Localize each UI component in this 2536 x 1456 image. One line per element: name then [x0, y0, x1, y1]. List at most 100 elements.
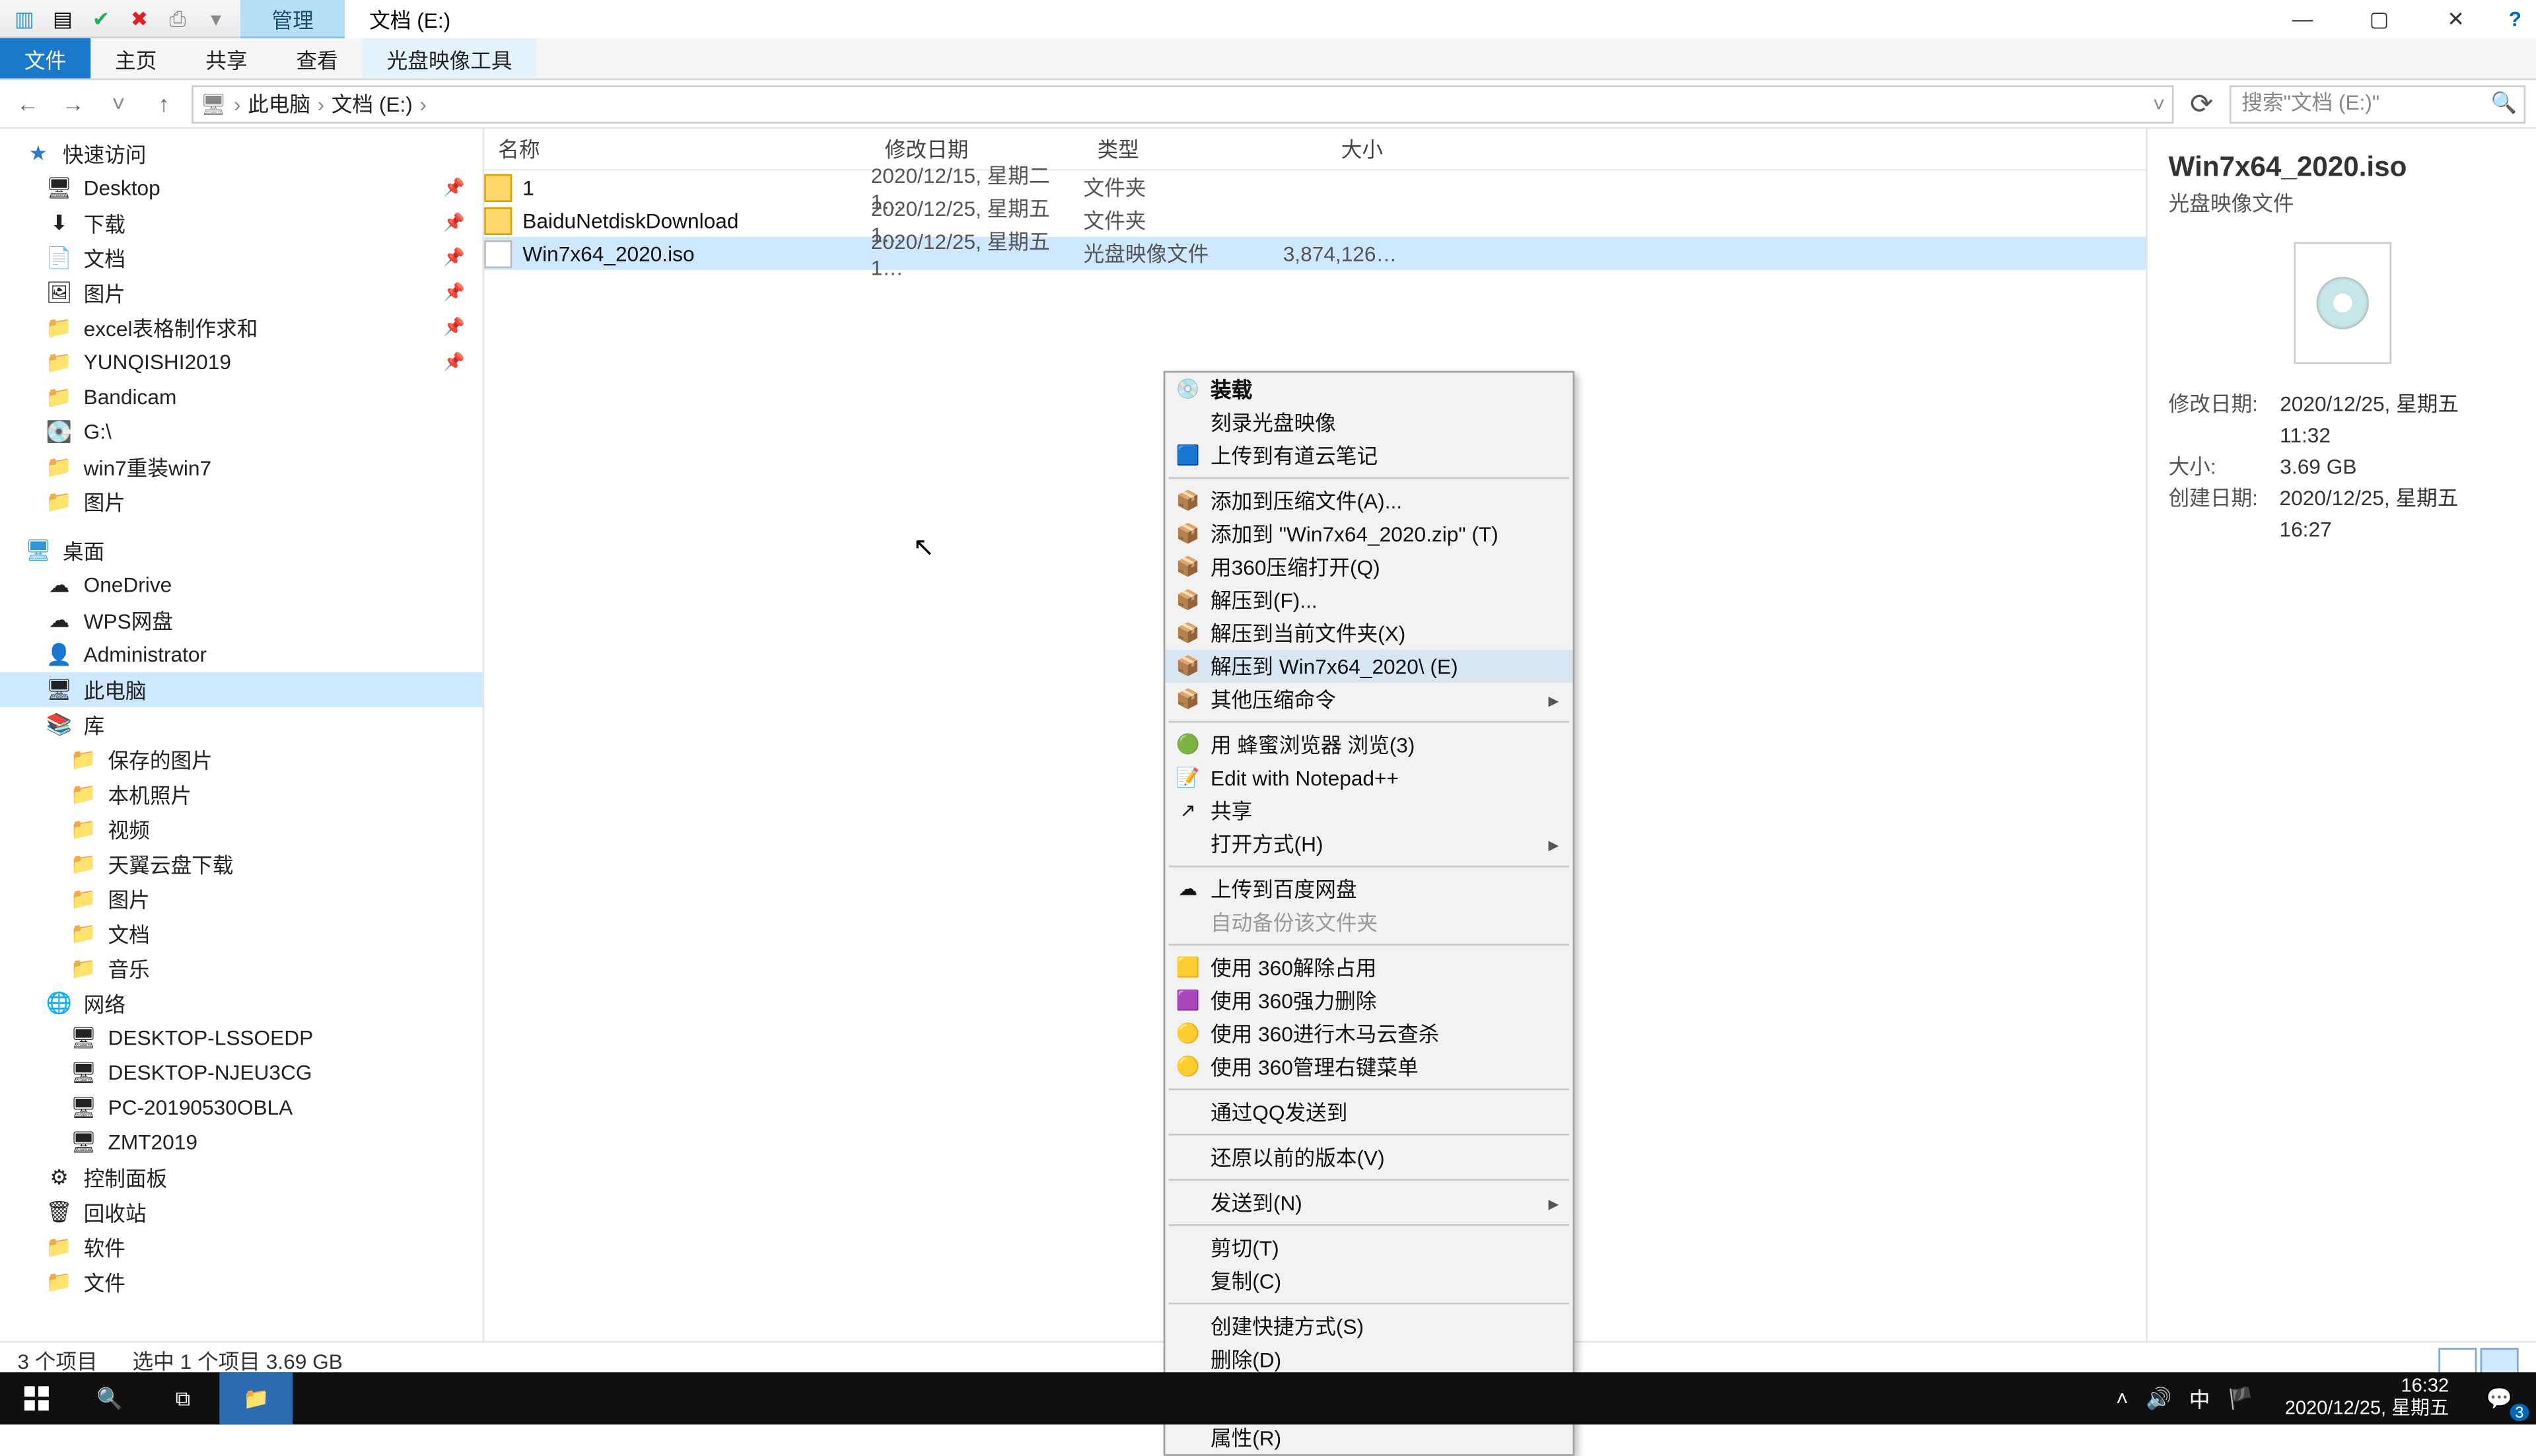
menu-item[interactable]: 🟪使用 360强力删除: [1165, 984, 1572, 1017]
menu-item[interactable]: 💿装载: [1165, 372, 1572, 405]
menu-item[interactable]: 📦解压到 Win7x64_2020\ (E): [1165, 650, 1572, 683]
tree-item[interactable]: 🖥PC-20190530OBLA: [0, 1090, 483, 1125]
tree-item[interactable]: 📁Bandicam: [0, 380, 483, 415]
menu-item[interactable]: 通过QQ发送到: [1165, 1095, 1572, 1128]
nav-forward-icon[interactable]: →: [55, 90, 90, 117]
menu-item[interactable]: 📦添加到压缩文件(A)...: [1165, 484, 1572, 517]
context-tab[interactable]: 管理: [240, 0, 345, 38]
task-view-icon[interactable]: ⧉: [147, 1372, 220, 1424]
nav-back-icon[interactable]: ←: [11, 90, 46, 117]
menu-item[interactable]: 剪切(T): [1165, 1231, 1572, 1265]
qat-check-icon[interactable]: ✔: [87, 5, 115, 32]
menu-item[interactable]: 刻录光盘映像: [1165, 406, 1572, 439]
tree-item[interactable]: ☁OneDrive: [0, 568, 483, 603]
menu-item[interactable]: 📝Edit with Notepad++: [1165, 761, 1572, 794]
ribbon-share[interactable]: 共享: [181, 38, 271, 79]
qat-dropdown-icon[interactable]: ▾: [202, 5, 230, 32]
volume-icon[interactable]: 🔊: [2146, 1386, 2171, 1410]
maximize-button[interactable]: ▢: [2341, 0, 2418, 38]
tray-chevron-up-icon[interactable]: ˄: [2116, 1386, 2129, 1410]
breadcrumb-dropdown-icon[interactable]: ˅: [2153, 91, 2166, 116]
crumb-1[interactable]: 文档 (E:): [332, 89, 413, 119]
menu-item[interactable]: 还原以前的版本(V): [1165, 1140, 1572, 1173]
qat-print-icon[interactable]: ⎙: [164, 5, 192, 32]
tree-item[interactable]: 📁文档: [0, 916, 483, 951]
menu-item[interactable]: 📦添加到 "Win7x64_2020.zip" (T): [1165, 517, 1572, 550]
taskbar-explorer-icon[interactable]: 📁: [219, 1372, 293, 1424]
menu-item[interactable]: 🟡使用 360管理右键菜单: [1165, 1050, 1572, 1083]
menu-item[interactable]: ☁上传到百度网盘: [1165, 872, 1572, 905]
tree-item[interactable]: 🌐网络: [0, 986, 483, 1021]
view-details-button[interactable]: [2438, 1347, 2477, 1375]
minimize-button[interactable]: —: [2265, 0, 2341, 38]
menu-item[interactable]: ↗共享: [1165, 794, 1572, 827]
menu-item[interactable]: 📦用360压缩打开(Q): [1165, 550, 1572, 583]
taskbar-clock[interactable]: 16:32 2020/12/25, 星期五: [2271, 1376, 2463, 1422]
refresh-icon[interactable]: ⟳: [2184, 87, 2219, 121]
menu-item[interactable]: 📦其他压缩命令▸: [1165, 683, 1572, 716]
help-button[interactable]: ?: [2494, 0, 2536, 38]
tree-desktop-root[interactable]: 🖥 桌面: [0, 533, 483, 568]
col-name[interactable]: 名称: [484, 134, 870, 164]
tree-item[interactable]: 🖥DESKTOP-NJEU3CG: [0, 1055, 483, 1090]
list-item[interactable]: BaiduNetdiskDownload2020/12/25, 星期五 1…文件…: [484, 204, 2146, 237]
flag-icon[interactable]: 🏴: [2228, 1386, 2253, 1410]
tree-item[interactable]: ⚙控制面板: [0, 1160, 483, 1195]
tree-item[interactable]: 🖥ZMT2019: [0, 1125, 483, 1160]
column-headers[interactable]: 名称 修改日期 类型 大小: [484, 129, 2146, 170]
system-tray[interactable]: ˄ 🔊 中 🏴: [2099, 1383, 2271, 1413]
tree-item[interactable]: 📄文档📌: [0, 240, 483, 275]
tree-item[interactable]: 🖼图片📌: [0, 275, 483, 310]
crumb-0[interactable]: 此电脑: [248, 89, 310, 119]
tree-item[interactable]: 📁win7重装win7: [0, 449, 483, 484]
menu-item[interactable]: 创建快捷方式(S): [1165, 1309, 1572, 1342]
menu-item[interactable]: 📦解压到当前文件夹(X): [1165, 617, 1572, 650]
nav-up-icon[interactable]: ↑: [147, 90, 182, 117]
menu-item[interactable]: 复制(C): [1165, 1265, 1572, 1298]
ribbon-home[interactable]: 主页: [90, 38, 181, 79]
list-item[interactable]: 12020/12/15, 星期二 1…文件夹: [484, 170, 2146, 203]
nav-tree[interactable]: ★ 快速访问 🖥Desktop📌⬇下载📌📄文档📌🖼图片📌📁excel表格制作求和…: [0, 129, 484, 1341]
ribbon-view[interactable]: 查看: [272, 38, 363, 79]
tree-item[interactable]: 📁YUNQISHI2019📌: [0, 345, 483, 380]
action-center-icon[interactable]: 💬3: [2463, 1372, 2536, 1424]
menu-item[interactable]: 🟢用 蜂蜜浏览器 浏览(3): [1165, 728, 1572, 761]
tree-item[interactable]: 📁保存的图片: [0, 742, 483, 777]
tree-item[interactable]: 📁天翼云盘下载: [0, 847, 483, 882]
tree-item[interactable]: 📁本机照片: [0, 777, 483, 812]
taskbar[interactable]: 🔍 ⧉ 📁 ˄ 🔊 中 🏴 16:32 2020/12/25, 星期五 💬3: [0, 1372, 2536, 1424]
view-icons-button[interactable]: [2481, 1347, 2519, 1375]
tree-item[interactable]: ⬇下载📌: [0, 205, 483, 240]
close-button[interactable]: ✕: [2418, 0, 2494, 38]
col-size[interactable]: 大小: [1257, 134, 1397, 164]
tree-item[interactable]: 👤Administrator: [0, 637, 483, 672]
menu-item[interactable]: 打开方式(H)▸: [1165, 827, 1572, 860]
ribbon-iso-tools[interactable]: 光盘映像工具: [363, 38, 537, 79]
menu-item[interactable]: 删除(D): [1165, 1342, 1572, 1375]
tree-item[interactable]: 📁excel表格制作求和📌: [0, 310, 483, 345]
start-button[interactable]: [0, 1372, 73, 1424]
tree-item[interactable]: 🖥此电脑: [0, 672, 483, 707]
tree-item[interactable]: 🖥DESKTOP-LSSOEDP: [0, 1020, 483, 1055]
menu-item[interactable]: 🟡使用 360进行木马云查杀: [1165, 1017, 1572, 1050]
col-date[interactable]: 修改日期: [871, 134, 1084, 164]
qat-properties-icon[interactable]: ▤: [49, 5, 77, 32]
tree-item[interactable]: 🖥Desktop📌: [0, 170, 483, 205]
menu-item[interactable]: 🟨使用 360解除占用: [1165, 951, 1572, 984]
menu-item[interactable]: 🟦上传到有道云笔记: [1165, 439, 1572, 472]
col-type[interactable]: 类型: [1083, 134, 1257, 164]
qat-delete-icon[interactable]: ✖: [125, 5, 153, 32]
ime-indicator[interactable]: 中: [2189, 1383, 2210, 1413]
tree-item[interactable]: 📁文件: [0, 1265, 483, 1300]
tree-item[interactable]: 📁图片: [0, 484, 483, 519]
tree-item[interactable]: 📁软件: [0, 1230, 483, 1265]
tree-item[interactable]: 📁音乐: [0, 951, 483, 986]
tree-item[interactable]: 📁视频: [0, 812, 483, 847]
tree-quick-access[interactable]: ★ 快速访问: [0, 136, 483, 171]
tree-item[interactable]: ☁WPS网盘: [0, 603, 483, 638]
menu-item[interactable]: 📦解压到(F)...: [1165, 584, 1572, 617]
tree-item[interactable]: 📚库: [0, 707, 483, 742]
breadcrumb[interactable]: 🖥 › 此电脑 › 文档 (E:) › ˅: [192, 85, 2173, 123]
nav-history-dropdown[interactable]: ˅: [101, 90, 136, 117]
search-input[interactable]: 搜索"文档 (E:)" 🔍: [2230, 85, 2525, 123]
